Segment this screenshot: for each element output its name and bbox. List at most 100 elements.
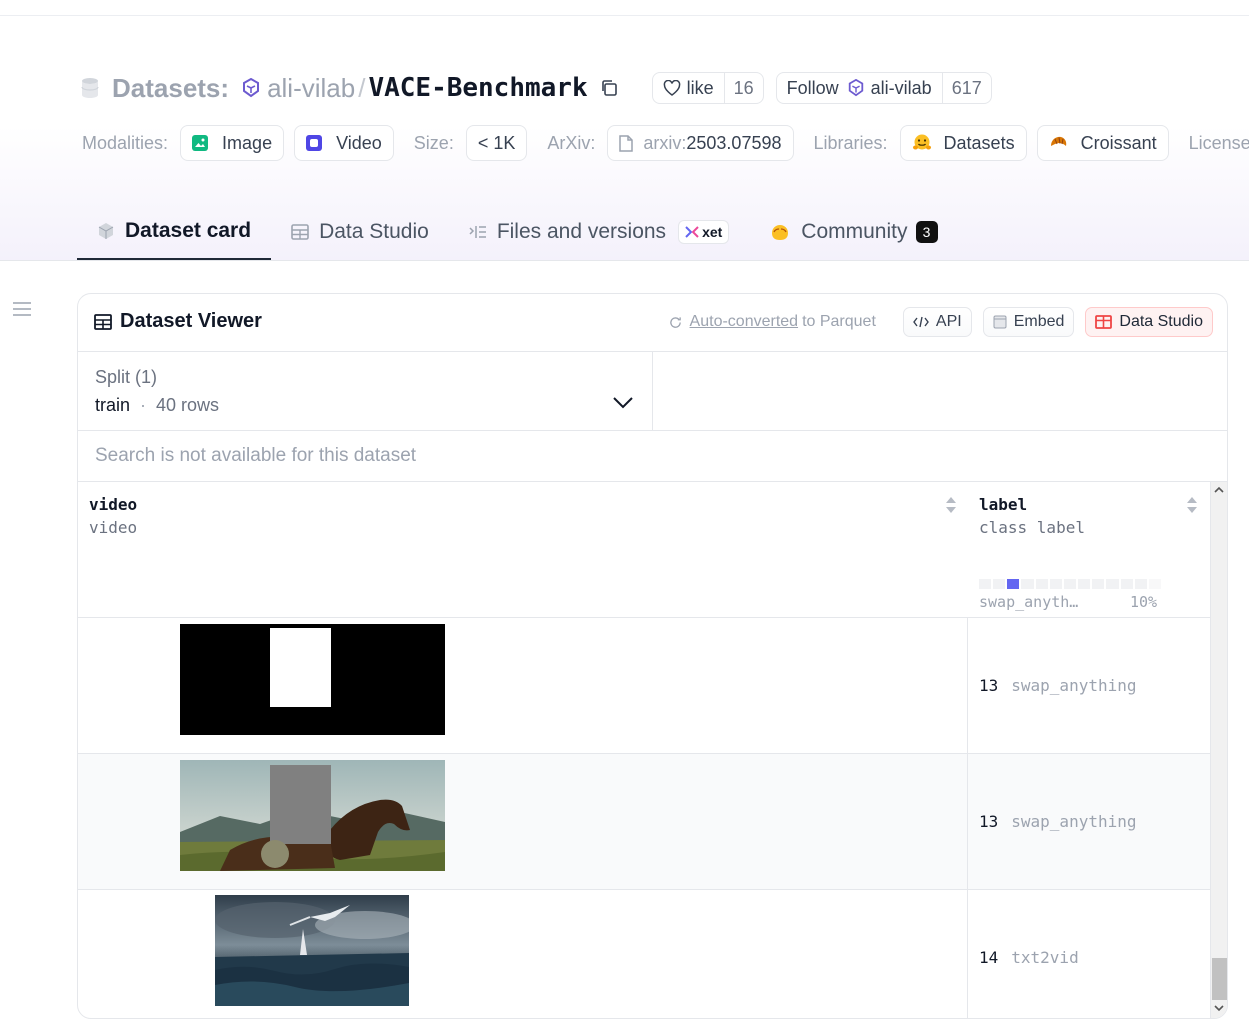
label-histogram[interactable] — [979, 579, 1162, 589]
arxiv-tag[interactable]: arxiv: 2503.07598 — [607, 125, 794, 161]
viewer-header: Dataset Viewer Auto-converted to Parquet… — [78, 294, 1227, 352]
hamburger-menu-icon[interactable] — [13, 302, 31, 316]
label-number: 13 — [979, 812, 999, 831]
histogram-bar[interactable] — [993, 579, 1006, 589]
croissant-icon — [1050, 136, 1066, 146]
tab-label: Files and versions — [496, 220, 667, 243]
library-label: Croissant — [1080, 132, 1157, 153]
search-bar: Search is not available for this dataset — [78, 431, 1227, 482]
copy-icon[interactable] — [600, 79, 618, 97]
histogram-bar[interactable] — [1106, 579, 1119, 589]
label-cell: 14 txt2vid — [979, 890, 1079, 1018]
tab-community[interactable]: Community 3 — [749, 204, 957, 260]
histogram-bar[interactable] — [1007, 579, 1020, 589]
modality-label: Video — [336, 132, 382, 153]
arxiv-id: 2503.07598 — [686, 132, 782, 153]
follow-org: ali-vilab — [870, 77, 932, 98]
video-thumbnail[interactable] — [180, 760, 445, 871]
org-logo-icon — [848, 79, 863, 97]
table-row[interactable]: 13 swap_anything — [78, 618, 1210, 754]
sort-icon[interactable] — [945, 496, 957, 514]
refresh-icon — [669, 316, 681, 328]
table-scrollbar[interactable] — [1210, 482, 1227, 1018]
library-croissant-tag[interactable]: Croissant — [1036, 125, 1169, 161]
tab-files-and-versions[interactable]: Files and versions xet — [449, 204, 749, 260]
label-cell: 13 swap_anything — [979, 618, 1137, 753]
histogram-bar[interactable] — [1148, 579, 1162, 589]
table-row[interactable]: 14 txt2vid — [78, 890, 1210, 1018]
split-label: Split (1) — [95, 367, 158, 387]
tab-label: Dataset card — [125, 219, 252, 242]
chevron-down-icon[interactable] — [612, 396, 634, 410]
video-icon — [306, 135, 323, 151]
histogram-bar[interactable] — [1063, 579, 1077, 589]
histogram-bar[interactable] — [1078, 579, 1091, 589]
modality-image-tag[interactable]: Image — [180, 125, 285, 161]
histogram-bar[interactable] — [1049, 579, 1062, 589]
follow-count: 617 — [941, 73, 991, 103]
modality-video-tag[interactable]: Video — [294, 125, 394, 161]
data-studio-label: Data Studio — [1119, 313, 1203, 330]
arxiv-prefix: arxiv: — [643, 132, 687, 153]
sort-icon[interactable] — [1186, 496, 1198, 514]
data-studio-button[interactable]: Data Studio — [1085, 307, 1213, 337]
scroll-down-icon[interactable] — [1214, 1004, 1224, 1012]
cube-icon — [98, 223, 114, 239]
histogram-percent: 10% — [1130, 593, 1158, 611]
tab-label: Community — [801, 220, 908, 243]
api-button[interactable]: API — [902, 307, 972, 337]
histogram-bar[interactable] — [1035, 579, 1048, 589]
repo-header: Datasets: ali-vilab / VACE-Benchmark lik… — [0, 16, 1249, 261]
split-rows: 40 rows — [156, 395, 220, 415]
scroll-up-icon[interactable] — [1214, 486, 1224, 494]
histogram-label: swap_anyth… — [979, 593, 1079, 611]
search-unavailable-text: Search is not available for this dataset — [95, 445, 417, 466]
histogram-bar[interactable] — [979, 579, 992, 589]
histogram-bar[interactable] — [1092, 579, 1105, 589]
org-logo-icon — [243, 78, 260, 98]
data-table: video video label class label swap_anyth… — [78, 482, 1210, 1018]
org-link[interactable]: ali-vilab — [267, 73, 355, 104]
label-cell: 13 swap_anything — [979, 754, 1137, 889]
video-thumbnail[interactable] — [180, 624, 445, 735]
split-selector[interactable]: Split (1) train · 40 rows — [78, 352, 653, 431]
histogram-bar[interactable] — [1021, 579, 1034, 589]
datasets-label[interactable]: Datasets: — [112, 73, 229, 104]
size-label: Size: — [413, 132, 454, 153]
auto-converted-link[interactable]: Auto-converted — [690, 313, 799, 331]
database-icon — [81, 78, 99, 98]
image-icon — [192, 135, 209, 151]
size-tag[interactable]: < 1K — [465, 125, 528, 161]
community-count-badge: 3 — [915, 221, 938, 243]
like-label: like — [686, 77, 714, 98]
follow-button[interactable]: Follow ali-vilab 617 — [775, 72, 992, 104]
xet-badge: xet — [678, 220, 730, 244]
column-name: label — [979, 495, 1028, 514]
tab-data-studio[interactable]: Data Studio — [271, 204, 449, 260]
histogram-bar[interactable] — [1120, 579, 1133, 589]
repo-name[interactable]: VACE-Benchmark — [368, 73, 587, 103]
table-row[interactable]: 13 swap_anything — [78, 754, 1210, 890]
like-button[interactable]: like 16 — [651, 72, 764, 104]
scrollbar-thumb[interactable] — [1212, 958, 1227, 1000]
library-datasets-tag[interactable]: Datasets — [899, 125, 1027, 161]
dataset-viewer: Dataset Viewer Auto-converted to Parquet… — [77, 293, 1228, 1019]
histogram-bar[interactable] — [1134, 579, 1147, 589]
split-value: train · 40 rows — [95, 395, 219, 416]
embed-button[interactable]: Embed — [982, 307, 1075, 337]
column-divider — [967, 618, 968, 1018]
column-header-video[interactable]: video video — [89, 495, 137, 537]
column-type: video — [89, 518, 138, 537]
tab-dataset-card[interactable]: Dataset card — [77, 204, 272, 260]
label-number: 14 — [979, 948, 999, 967]
table-icon — [291, 224, 309, 240]
label-name: txt2vid — [1011, 948, 1079, 967]
arxiv-label: ArXiv: — [547, 132, 596, 153]
document-icon — [619, 134, 634, 152]
parquet-info: Auto-converted to Parquet — [669, 313, 876, 331]
column-header-label[interactable]: label class label — [979, 495, 1085, 537]
path-slash: / — [358, 72, 366, 103]
video-thumbnail[interactable] — [215, 895, 409, 1006]
title-row: Datasets: ali-vilab / VACE-Benchmark lik… — [80, 70, 992, 106]
label-number: 13 — [979, 676, 999, 695]
